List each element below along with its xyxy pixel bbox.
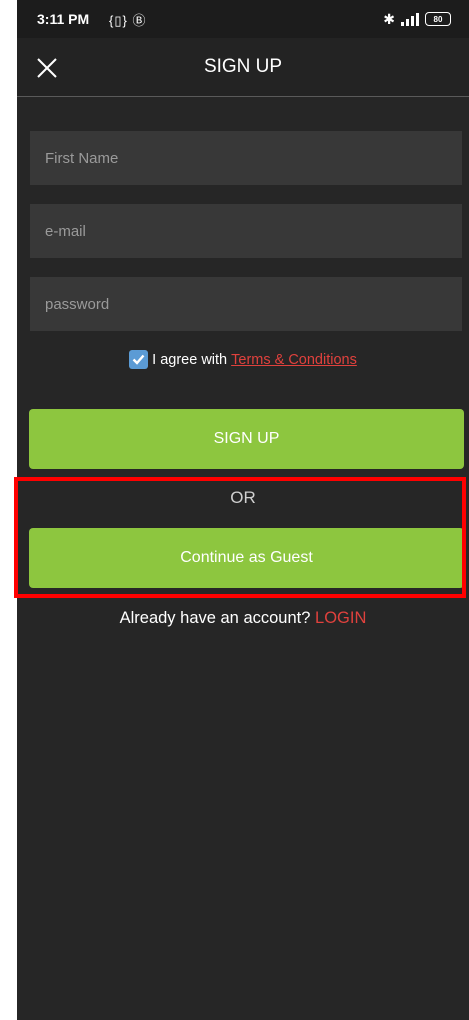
app-bar: SIGN UP xyxy=(17,38,469,97)
terms-agreement-row: I agree with Terms & Conditions xyxy=(17,350,469,369)
battery-icon: 80 xyxy=(425,12,451,26)
signup-button[interactable]: SIGN UP xyxy=(29,409,464,469)
status-bar: 3:11 PM {▯} Ⓑ ✱ 80 xyxy=(17,0,469,38)
login-prompt: Already have an account? LOGIN xyxy=(17,609,469,628)
agree-checkbox[interactable] xyxy=(129,350,149,369)
password-field[interactable] xyxy=(30,277,462,331)
page-title: SIGN UP xyxy=(203,56,283,77)
email-field[interactable] xyxy=(30,204,462,258)
app-screen: 3:11 PM {▯} Ⓑ ✱ 80 SIGN UP I xyxy=(17,0,469,1020)
bluetooth-icon: ✱ xyxy=(383,10,395,27)
checkmark-icon xyxy=(132,354,145,365)
first-name-field[interactable] xyxy=(30,131,462,185)
login-prompt-text: Already have an account? xyxy=(119,609,311,627)
notification-icons: {▯} Ⓑ xyxy=(109,13,147,28)
agree-label: I agree with xyxy=(152,351,228,368)
continue-as-guest-button[interactable]: Continue as Guest xyxy=(29,528,464,588)
battery-level: 80 xyxy=(433,14,443,24)
or-divider: OR xyxy=(230,488,256,507)
login-link[interactable]: LOGIN xyxy=(315,609,366,627)
terms-link[interactable]: Terms & Conditions xyxy=(231,352,357,368)
signal-icon xyxy=(401,12,419,26)
status-right-icons: ✱ 80 xyxy=(383,10,451,28)
status-time: 3:11 PM xyxy=(37,11,90,27)
